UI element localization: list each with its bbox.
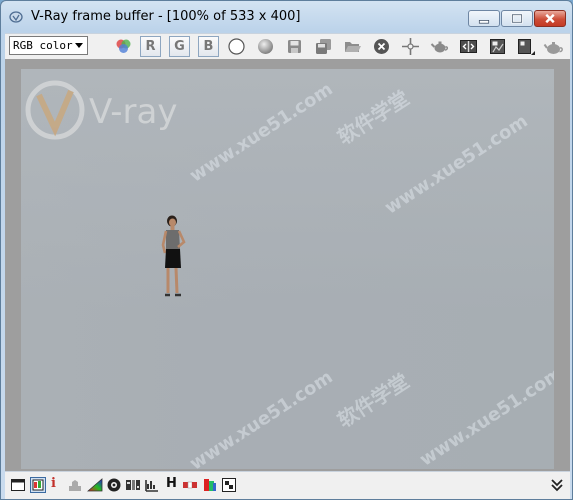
save-all-channels-button[interactable]	[313, 36, 334, 57]
panel-dropdown-icon	[518, 39, 535, 55]
image-viewport[interactable]: V-ray 软件学堂 www.xue51.com www.xue51.com 软…	[5, 59, 570, 471]
grey-sphere-icon	[258, 39, 273, 54]
clear-x-circle-icon	[374, 39, 389, 54]
vfb-window: V-Ray frame buffer - [100% of 533 x 400]…	[0, 0, 573, 500]
teapot-icon	[543, 42, 563, 54]
color-channels-button[interactable]	[113, 36, 134, 57]
hsl-icon[interactable]: H	[166, 475, 177, 493]
save-image-button[interactable]	[284, 36, 305, 57]
app-icon[interactable]	[9, 10, 23, 24]
chevron-double-down-icon[interactable]	[549, 477, 565, 493]
history-window-icon[interactable]	[10, 477, 26, 493]
vray-logo: V-ray	[25, 80, 177, 140]
white-circle-icon	[228, 38, 245, 55]
maximize-button[interactable]	[501, 10, 533, 27]
render-region-button[interactable]	[429, 36, 450, 57]
chevron-down-icon	[75, 43, 83, 48]
vfb-toolbar: RGB color R G B	[5, 33, 570, 60]
alpha-button[interactable]	[226, 36, 247, 57]
track-mouse-button[interactable]	[400, 36, 421, 57]
minimize-button[interactable]	[468, 10, 500, 27]
render-button[interactable]	[543, 36, 564, 57]
rgb-circles-icon	[116, 39, 131, 53]
clear-image-button[interactable]	[371, 36, 392, 57]
green-channel-button[interactable]: G	[169, 36, 190, 57]
info-icon[interactable]: i	[51, 475, 56, 493]
maximize-icon	[511, 13, 523, 24]
settings-panel-button[interactable]	[515, 36, 536, 57]
channel-select-value: RGB color	[13, 39, 73, 52]
blue-channel-button[interactable]: B	[198, 36, 219, 57]
gradient-ramp-icon[interactable]	[87, 477, 103, 493]
bottom-toolbar: i H	[5, 471, 570, 499]
ab-compare-icon	[460, 40, 477, 53]
settings-gear-icon[interactable]	[106, 477, 122, 493]
levels-panel-icon	[490, 39, 505, 54]
open-folder-icon	[345, 42, 361, 52]
title-bar[interactable]: V-Ray frame buffer - [100% of 533 x 400]	[1, 1, 572, 33]
load-image-button[interactable]	[342, 36, 363, 57]
vray-logo-text: V-ray	[89, 92, 177, 132]
compare-ab-button[interactable]	[458, 36, 479, 57]
person-figure	[161, 215, 186, 297]
multi-disk-icon	[316, 39, 331, 54]
levels-icon[interactable]	[182, 477, 198, 493]
rendered-image[interactable]: V-ray 软件学堂 www.xue51.com www.xue51.com 软…	[21, 69, 554, 469]
color-corrections-button[interactable]	[487, 36, 508, 57]
window-title: V-Ray frame buffer - [100% of 533 x 400]	[31, 9, 301, 24]
red-channel-button[interactable]: R	[140, 36, 161, 57]
filmstrip-icon[interactable]	[125, 477, 141, 493]
crosshair-icon	[402, 38, 419, 55]
save-disk-icon	[288, 40, 301, 53]
exposure-curve-icon[interactable]	[144, 477, 160, 493]
close-icon	[545, 13, 555, 24]
lut-icon[interactable]	[221, 477, 237, 493]
lens-effects-icon[interactable]	[30, 477, 46, 493]
curves-icon[interactable]	[202, 477, 218, 493]
minimize-icon	[478, 20, 490, 24]
stamp-icon[interactable]	[67, 477, 83, 493]
teapot-region-icon	[430, 41, 449, 53]
close-button[interactable]	[534, 10, 566, 27]
monochrome-button[interactable]	[255, 36, 276, 57]
channel-select[interactable]: RGB color	[9, 36, 88, 55]
